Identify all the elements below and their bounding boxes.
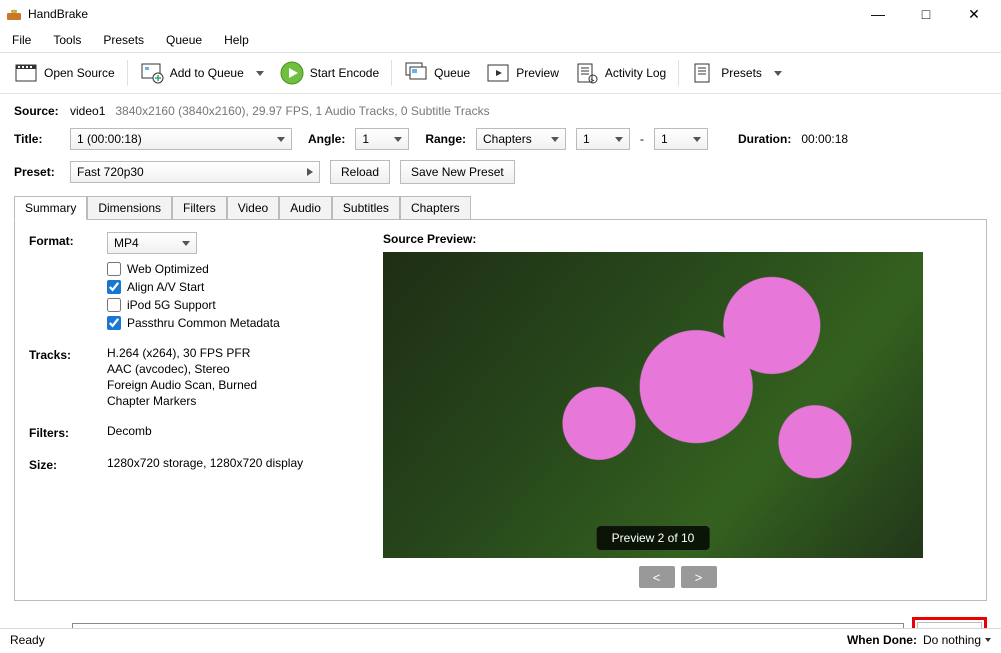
preview-icon [486, 61, 510, 85]
window-title: HandBrake [28, 7, 863, 21]
queue-add-icon [140, 61, 164, 85]
preview-button[interactable]: Preview [480, 59, 565, 87]
size-label: Size: [29, 456, 87, 472]
tab-dimensions[interactable]: Dimensions [87, 196, 172, 220]
add-to-queue-label: Add to Queue [170, 66, 244, 80]
menu-file[interactable]: File [2, 30, 41, 50]
when-done-label: When Done: [847, 633, 917, 647]
status-text: Ready [10, 633, 45, 647]
source-preview-image: Preview 2 of 10 [383, 252, 923, 558]
add-to-queue-button[interactable]: Add to Queue [134, 59, 270, 87]
open-source-button[interactable]: Open Source [8, 59, 121, 87]
ipod-checkbox[interactable]: iPod 5G Support [107, 298, 280, 312]
range-label: Range: [425, 132, 466, 146]
presets-icon [691, 61, 715, 85]
range-to-dropdown[interactable]: 1 [654, 128, 708, 150]
format-dropdown[interactable]: MP4 [107, 232, 197, 254]
chevron-right-icon [307, 168, 313, 176]
web-optimized-checkbox[interactable]: Web Optimized [107, 262, 280, 276]
menu-help[interactable]: Help [214, 30, 259, 50]
annotation-browse-highlight: Browse [912, 617, 987, 628]
queue-label: Queue [434, 66, 470, 80]
tab-audio[interactable]: Audio [279, 196, 332, 220]
window-titlebar: HandBrake ― □ ✕ [0, 0, 1001, 28]
presets-label: Presets [721, 66, 762, 80]
activity-log-label: Activity Log [605, 66, 666, 80]
menu-tools[interactable]: Tools [43, 30, 91, 50]
activity-log-button[interactable]: Activity Log [569, 59, 672, 87]
track-line: H.264 (x264), 30 FPS PFR [107, 346, 257, 360]
queue-icon [404, 61, 428, 85]
tracks-label: Tracks: [29, 346, 87, 362]
start-encode-label: Start Encode [310, 66, 379, 80]
start-encode-button[interactable]: Start Encode [274, 59, 385, 87]
range-type-dropdown[interactable]: Chapters [476, 128, 566, 150]
passthru-checkbox[interactable]: Passthru Common Metadata [107, 316, 280, 330]
menu-presets[interactable]: Presets [93, 30, 154, 50]
source-info: 3840x2160 (3840x2160), 29.97 FPS, 1 Audi… [115, 104, 489, 118]
title-label: Title: [14, 132, 60, 146]
duration-value: 00:00:18 [801, 132, 848, 146]
tab-chapters[interactable]: Chapters [400, 196, 471, 220]
size-value: 1280x720 storage, 1280x720 display [107, 456, 303, 470]
title-dropdown[interactable]: 1 (00:00:18) [70, 128, 292, 150]
queue-button[interactable]: Queue [398, 59, 476, 87]
track-line: Foreign Audio Scan, Burned [107, 378, 257, 392]
filters-label: Filters: [29, 424, 87, 440]
range-from-dropdown[interactable]: 1 [576, 128, 630, 150]
format-label: Format: [29, 232, 87, 248]
chevron-down-icon [774, 71, 782, 76]
chevron-down-icon [985, 638, 991, 642]
film-icon [14, 61, 38, 85]
preview-next-button[interactable]: > [681, 566, 717, 588]
window-maximize-button[interactable]: □ [911, 3, 941, 25]
play-icon [280, 61, 304, 85]
preset-label: Preset: [14, 165, 60, 179]
tab-video[interactable]: Video [227, 196, 279, 220]
toolbar: Open Source Add to Queue Start Encode Qu… [0, 53, 1001, 94]
activity-log-icon [575, 61, 599, 85]
source-preview-label: Source Preview: [383, 232, 972, 246]
range-dash: - [640, 132, 644, 146]
preview-prev-button[interactable]: < [639, 566, 675, 588]
duration-label: Duration: [738, 132, 791, 146]
reload-button[interactable]: Reload [330, 160, 390, 184]
align-av-checkbox[interactable]: Align A/V Start [107, 280, 280, 294]
source-label: Source: [14, 104, 60, 118]
app-icon [6, 6, 22, 22]
chevron-down-icon [256, 71, 264, 76]
preview-label: Preview [516, 66, 559, 80]
angle-dropdown[interactable]: 1 [355, 128, 409, 150]
tab-subtitles[interactable]: Subtitles [332, 196, 400, 220]
open-source-label: Open Source [44, 66, 115, 80]
tab-filters[interactable]: Filters [172, 196, 227, 220]
preset-picker[interactable]: Fast 720p30 [70, 161, 320, 183]
status-bar: Ready When Done: Do nothing [0, 628, 1001, 653]
tab-summary[interactable]: Summary [14, 196, 87, 220]
filters-value: Decomb [107, 424, 152, 438]
track-line: Chapter Markers [107, 394, 257, 408]
presets-button[interactable]: Presets [685, 59, 788, 87]
track-line: AAC (avcodec), Stereo [107, 362, 257, 376]
window-close-button[interactable]: ✕ [959, 3, 989, 25]
angle-label: Angle: [308, 132, 345, 146]
source-name: video1 [70, 104, 105, 118]
when-done-dropdown[interactable]: Do nothing [923, 633, 991, 647]
window-minimize-button[interactable]: ― [863, 3, 893, 25]
menu-bar: File Tools Presets Queue Help [0, 28, 1001, 53]
preview-counter-badge: Preview 2 of 10 [597, 526, 710, 550]
menu-queue[interactable]: Queue [156, 30, 212, 50]
save-new-preset-button[interactable]: Save New Preset [400, 160, 515, 184]
